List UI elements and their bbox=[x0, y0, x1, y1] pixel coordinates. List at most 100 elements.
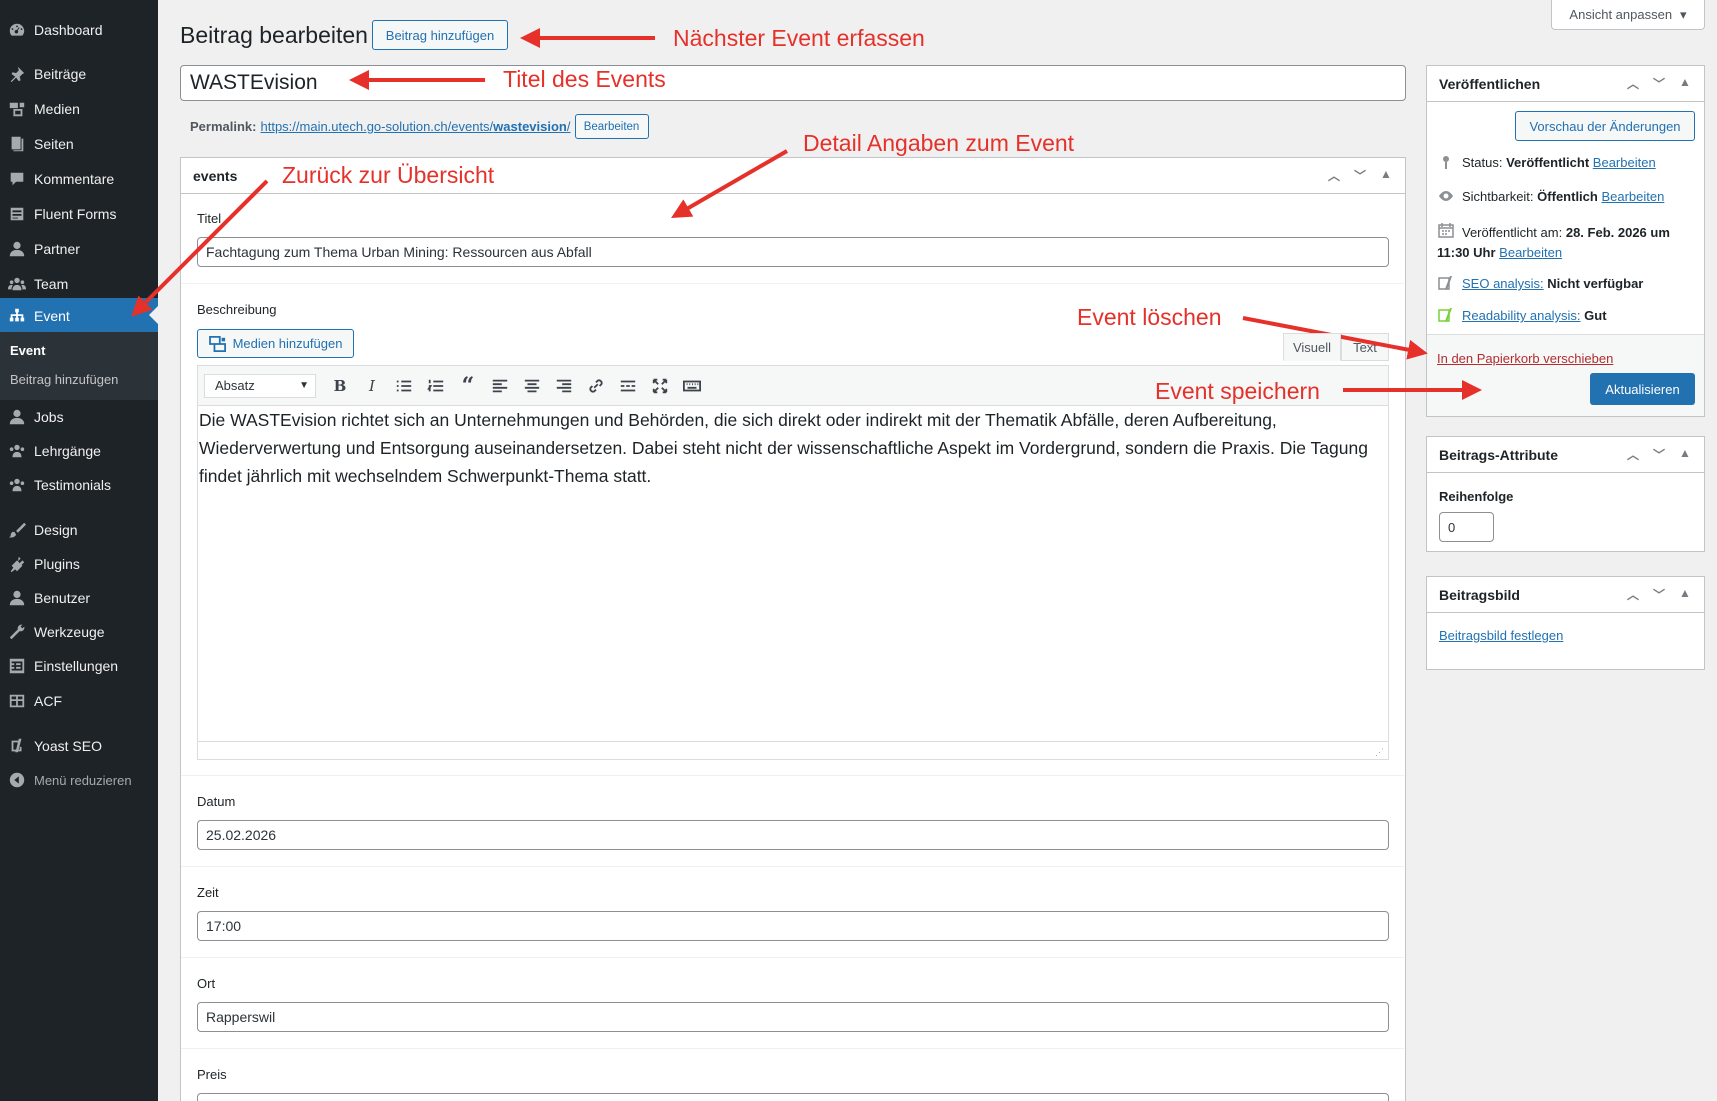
menu-label: Yoast SEO bbox=[34, 738, 102, 754]
menu-label: Design bbox=[34, 522, 78, 538]
plugin-icon bbox=[0, 555, 34, 573]
zeit-input[interactable]: 17:00 bbox=[197, 911, 1389, 941]
menu-item-fluent-forms[interactable]: Fluent Forms bbox=[0, 197, 158, 231]
permalink-row: Permalink: https://main.utech.go-solutio… bbox=[190, 114, 649, 139]
menu-item-team[interactable]: Team bbox=[0, 267, 158, 301]
chevron-down-icon[interactable]: ﹀ bbox=[1652, 586, 1666, 603]
set-featured-image-link[interactable]: Beitragsbild festlegen bbox=[1439, 628, 1563, 643]
menu-item-jobs[interactable]: Jobs bbox=[0, 400, 158, 434]
menu-item-plugins[interactable]: Plugins bbox=[0, 547, 158, 581]
align-right-button[interactable] bbox=[548, 372, 580, 400]
readability-analysis-link[interactable]: Readability analysis: bbox=[1462, 308, 1581, 323]
align-left-button[interactable] bbox=[484, 372, 516, 400]
menu-item-lehrgaenge[interactable]: Lehrgänge bbox=[0, 434, 158, 468]
chevron-down-icon[interactable]: ﹀ bbox=[1353, 167, 1367, 184]
published-row-2: 11:30 Uhr Bearbeiten bbox=[1437, 243, 1562, 263]
events-metabox-title: events bbox=[193, 167, 238, 184]
sitemap-icon bbox=[0, 307, 34, 325]
menu-item-testimonials[interactable]: Testimonials bbox=[0, 468, 158, 502]
menu-item-partner[interactable]: Partner bbox=[0, 232, 158, 266]
triangle-up-icon[interactable]: ▲ bbox=[1678, 586, 1692, 603]
visibility-edit-link[interactable]: Bearbeiten bbox=[1601, 189, 1664, 204]
triangle-up-icon[interactable]: ▲ bbox=[1678, 75, 1692, 92]
align-center-button[interactable] bbox=[516, 372, 548, 400]
menu-label: Jobs bbox=[34, 409, 64, 425]
tab-text[interactable]: Text bbox=[1341, 333, 1389, 361]
chevron-up-icon[interactable]: ︿ bbox=[1626, 586, 1640, 603]
keyboard-icon[interactable] bbox=[676, 372, 708, 400]
annotation-title: Titel des Events bbox=[503, 66, 666, 92]
chevron-up-icon[interactable]: ︿ bbox=[1327, 167, 1341, 184]
format-select[interactable]: Absatz ▼ bbox=[204, 373, 316, 398]
fullscreen-button[interactable] bbox=[644, 372, 676, 400]
collapse-menu-button[interactable]: Menü reduzieren bbox=[0, 763, 158, 797]
ort-input[interactable]: Rapperswil bbox=[197, 1002, 1389, 1032]
bold-button[interactable]: B bbox=[324, 372, 356, 400]
collapse-icon bbox=[0, 771, 34, 789]
readability-row: Readability analysis: Gut bbox=[1462, 308, 1607, 323]
tab-visual[interactable]: Visuell bbox=[1283, 333, 1341, 361]
menu-item-acf[interactable]: ACF bbox=[0, 684, 158, 718]
move-to-trash-link[interactable]: In den Papierkorb verschieben bbox=[1437, 351, 1613, 366]
featured-image-metabox-title: Beitragsbild bbox=[1439, 586, 1520, 603]
page-title: Beitrag bearbeiten bbox=[180, 22, 368, 48]
italic-button[interactable]: I bbox=[356, 372, 388, 400]
editor-statusbar: ⋰ bbox=[198, 741, 1388, 759]
permalink-url[interactable]: https://main.utech.go-solution.ch/events… bbox=[260, 119, 570, 134]
group-icon bbox=[0, 476, 34, 494]
menu-label: Beiträge bbox=[34, 66, 87, 82]
link-icon[interactable] bbox=[580, 372, 612, 400]
resize-handle-icon[interactable]: ⋰ bbox=[1375, 747, 1384, 758]
menu-item-seiten[interactable]: Seiten bbox=[0, 127, 158, 161]
chevron-up-icon[interactable]: ︿ bbox=[1626, 446, 1640, 463]
preis-input[interactable] bbox=[197, 1093, 1389, 1101]
triangle-up-icon[interactable]: ▲ bbox=[1379, 167, 1393, 184]
add-media-button[interactable]: Medien hinzufügen bbox=[197, 329, 354, 358]
menu-item-beitraege[interactable]: Beiträge bbox=[0, 57, 158, 91]
titel-input[interactable]: Fachtagung zum Thema Urban Mining: Resso… bbox=[197, 237, 1389, 267]
datum-input[interactable]: 25.02.2026 bbox=[197, 820, 1389, 850]
status-edit-link[interactable]: Bearbeiten bbox=[1593, 155, 1656, 170]
seo-row: SEO analysis: Nicht verfügbar bbox=[1462, 276, 1643, 291]
attributes-metabox-header[interactable]: Beitrags-Attribute ︿ ﹀ ▲ bbox=[1427, 437, 1704, 473]
menu-item-medien[interactable]: Medien bbox=[0, 92, 158, 126]
order-input[interactable]: 0 bbox=[1439, 512, 1494, 542]
table-icon bbox=[0, 692, 34, 710]
wysiwyg-editor: Absatz ▼ B I “ Die WASTEvision richtet s… bbox=[197, 365, 1389, 760]
preview-changes-button[interactable]: Vorschau der Änderungen bbox=[1515, 111, 1695, 141]
update-button[interactable]: Aktualisieren bbox=[1590, 373, 1695, 405]
pin-icon bbox=[0, 65, 34, 83]
publish-metabox-header[interactable]: Veröffentlichen ︿ ﹀ ▲ bbox=[1427, 66, 1704, 102]
menu-item-dashboard[interactable]: Dashboard bbox=[0, 13, 158, 47]
menu-item-design[interactable]: Design bbox=[0, 513, 158, 547]
submenu-item-event[interactable]: Event bbox=[10, 343, 45, 358]
seo-analysis-link[interactable]: SEO analysis: bbox=[1462, 276, 1544, 291]
screen-options-button[interactable]: Ansicht anpassen ▾ bbox=[1551, 0, 1705, 30]
menu-label: Testimonials bbox=[34, 477, 112, 493]
featured-image-metabox-header[interactable]: Beitragsbild ︿ ﹀ ▲ bbox=[1427, 577, 1704, 613]
menu-item-yoast-seo[interactable]: Yoast SEO bbox=[0, 729, 158, 763]
post-title-input[interactable]: WASTEvision bbox=[180, 65, 1406, 101]
chevron-up-icon[interactable]: ︿ bbox=[1626, 75, 1640, 92]
add-post-button[interactable]: Beitrag hinzufügen bbox=[372, 20, 508, 50]
menu-item-einstellungen[interactable]: Einstellungen bbox=[0, 649, 158, 683]
ort-label: Ort bbox=[197, 976, 216, 991]
menu-item-event[interactable]: Event bbox=[0, 298, 158, 333]
bullet-list-button[interactable] bbox=[388, 372, 420, 400]
chevron-down-icon[interactable]: ﹀ bbox=[1652, 75, 1666, 92]
blockquote-button[interactable]: “ bbox=[452, 372, 484, 400]
numbered-list-button[interactable] bbox=[420, 372, 452, 400]
editor-content[interactable]: Die WASTEvision richtet sich an Unterneh… bbox=[198, 406, 1388, 490]
permalink-edit-button[interactable]: Bearbeiten bbox=[574, 114, 649, 139]
divider bbox=[181, 775, 1404, 776]
published-edit-link[interactable]: Bearbeiten bbox=[1499, 245, 1562, 260]
menu-item-kommentare[interactable]: Kommentare bbox=[0, 162, 158, 196]
calendar-icon bbox=[1438, 222, 1454, 238]
chevron-down-icon[interactable]: ﹀ bbox=[1652, 446, 1666, 463]
divider bbox=[181, 866, 1404, 867]
submenu-item-add[interactable]: Beitrag hinzufügen bbox=[10, 372, 118, 387]
triangle-up-icon[interactable]: ▲ bbox=[1678, 446, 1692, 463]
menu-item-benutzer[interactable]: Benutzer bbox=[0, 581, 158, 615]
menu-item-werkzeuge[interactable]: Werkzeuge bbox=[0, 615, 158, 649]
more-tag-button[interactable] bbox=[612, 372, 644, 400]
